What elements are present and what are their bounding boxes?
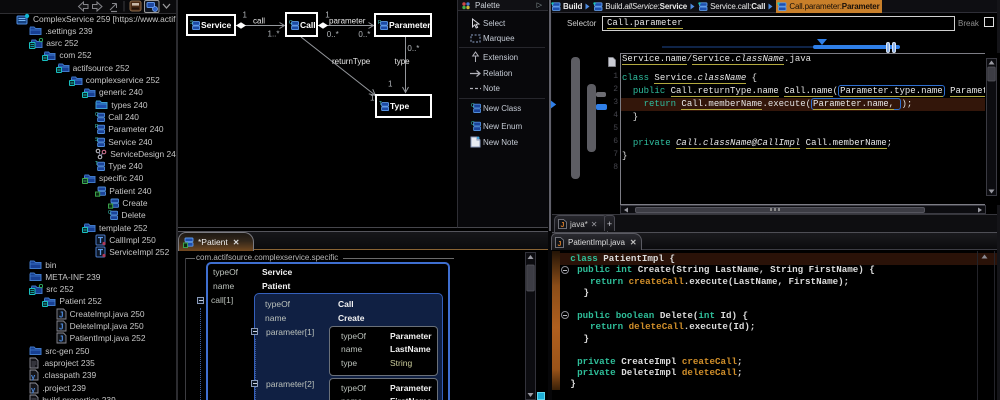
svg-text:1..*: 1..*	[268, 30, 280, 39]
svg-text:parameter: parameter	[329, 17, 366, 26]
svg-text:C: C	[108, 210, 112, 216]
svg-text:type: type	[395, 57, 411, 66]
svg-text:0..*: 0..*	[358, 30, 370, 39]
svg-text:J: J	[59, 323, 63, 332]
svg-text:J: J	[558, 241, 562, 248]
svg-text:call: call	[253, 17, 265, 26]
svg-text:0..*: 0..*	[327, 30, 339, 39]
svg-text:C: C	[95, 112, 99, 118]
svg-text:C: C	[471, 121, 475, 127]
svg-text:J: J	[561, 222, 565, 229]
svg-text:T: T	[379, 101, 382, 107]
svg-text:C: C	[471, 103, 475, 109]
svg-text:1: 1	[243, 11, 248, 20]
svg-text:J: J	[59, 310, 63, 319]
svg-text:J: J	[59, 335, 63, 344]
svg-text:1: 1	[325, 11, 330, 20]
svg-text:0..*: 0..*	[407, 44, 419, 53]
svg-text:returnType: returnType	[332, 57, 371, 66]
svg-text:1: 1	[388, 80, 393, 89]
svg-text:C: C	[289, 20, 293, 26]
svg-text:T: T	[95, 161, 98, 167]
